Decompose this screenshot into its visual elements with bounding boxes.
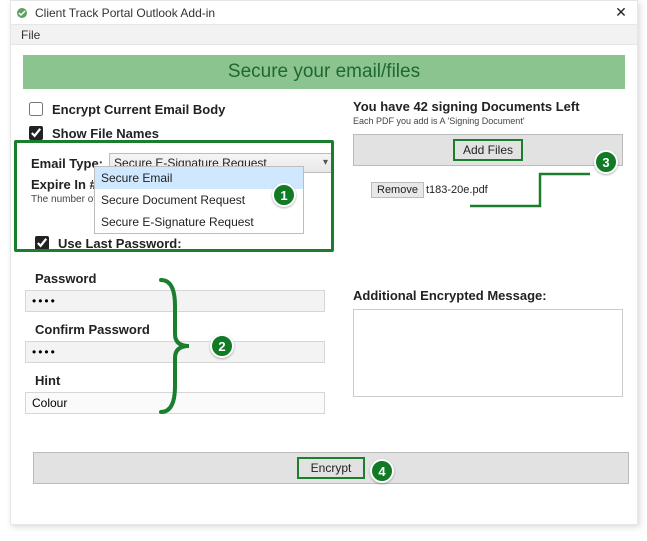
additional-message-label: Additional Encrypted Message: bbox=[353, 288, 623, 303]
use-last-password-row[interactable]: Use Last Password: bbox=[31, 233, 333, 253]
confirm-password-input[interactable] bbox=[25, 341, 325, 363]
confirm-password-label: Confirm Password bbox=[35, 322, 333, 337]
docs-left-sub: Each PDF you add is A 'Signing Document' bbox=[353, 116, 623, 126]
hint-input[interactable] bbox=[25, 392, 325, 414]
menubar: File bbox=[11, 25, 637, 45]
email-type-label: Email Type: bbox=[31, 156, 103, 171]
hint-label: Hint bbox=[35, 373, 333, 388]
annotation-callout-1: 1 bbox=[272, 183, 296, 207]
encrypt-body-label: Encrypt Current Email Body bbox=[52, 102, 225, 117]
close-icon[interactable]: ✕ bbox=[611, 4, 631, 21]
file-row: Remove t183-20e.pdf bbox=[371, 182, 623, 198]
titlebar: Client Track Portal Outlook Add-in ✕ bbox=[11, 1, 637, 25]
docs-left-heading: You have 42 signing Documents Left bbox=[353, 99, 623, 114]
show-filenames-row[interactable]: Show File Names bbox=[25, 123, 333, 143]
annotation-callout-3: 3 bbox=[594, 150, 618, 174]
encrypt-label: Encrypt bbox=[297, 457, 366, 479]
encrypt-body-checkbox[interactable] bbox=[29, 102, 43, 116]
banner-title: Secure your email/files bbox=[23, 55, 625, 89]
window-title: Client Track Portal Outlook Add-in bbox=[35, 6, 611, 20]
encrypt-button[interactable]: Encrypt bbox=[33, 452, 629, 484]
add-files-button[interactable]: Add Files bbox=[353, 134, 623, 166]
use-last-password-checkbox[interactable] bbox=[35, 236, 49, 250]
chevron-down-icon: ▾ bbox=[323, 157, 328, 168]
dropdown-opt-secure-email[interactable]: Secure Email bbox=[95, 167, 303, 189]
file-name: t183-20e.pdf bbox=[426, 184, 488, 196]
password-label: Password bbox=[35, 271, 333, 286]
show-filenames-checkbox[interactable] bbox=[29, 126, 43, 140]
use-last-password-label: Use Last Password: bbox=[58, 236, 182, 251]
additional-message-input[interactable] bbox=[353, 309, 623, 397]
dialog-window: Client Track Portal Outlook Add-in ✕ Fil… bbox=[10, 0, 638, 525]
encrypt-body-row[interactable]: Encrypt Current Email Body bbox=[25, 99, 333, 119]
annotation-callout-4: 4 bbox=[370, 459, 394, 483]
app-icon bbox=[15, 6, 29, 20]
show-filenames-label: Show File Names bbox=[52, 126, 159, 141]
password-input[interactable] bbox=[25, 290, 325, 312]
add-files-label: Add Files bbox=[453, 139, 523, 161]
left-column: Encrypt Current Email Body Show File Nam… bbox=[25, 99, 333, 414]
annotation-callout-2: 2 bbox=[210, 334, 234, 358]
right-column: You have 42 signing Documents Left Each … bbox=[353, 99, 623, 414]
dropdown-opt-secure-esign-request[interactable]: Secure E-Signature Request bbox=[95, 211, 303, 233]
remove-file-button[interactable]: Remove bbox=[371, 182, 424, 198]
menu-file[interactable]: File bbox=[17, 28, 44, 42]
